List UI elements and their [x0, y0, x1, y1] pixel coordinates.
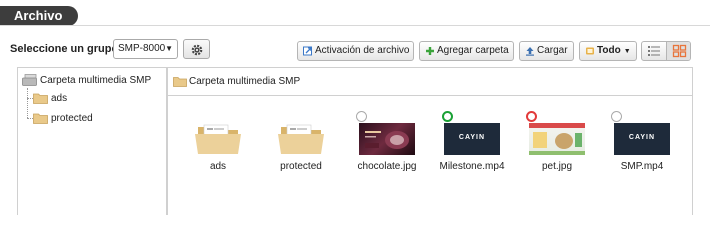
image-thumbnail: [359, 123, 415, 155]
file-name: Milestone.mp4: [439, 161, 505, 172]
title-divider: [0, 25, 710, 26]
group-select-value: SMP-8000: [118, 43, 166, 54]
folder-icon: [33, 113, 48, 124]
chevron-down-icon: ▼: [165, 44, 173, 53]
media-folder-icon: [22, 74, 37, 86]
tree-item-label: ads: [51, 93, 68, 104]
file-name: pet.jpg: [541, 161, 573, 172]
folder-tree-panel: Carpeta multimedia SMP ads protected: [17, 67, 167, 215]
file-browser-panel: Carpeta multimedia SMP ads protected cho…: [167, 67, 693, 215]
status-indicator-warning: [526, 111, 537, 122]
grid-view-button[interactable]: [667, 42, 690, 60]
add-folder-button[interactable]: Agregar carpeta: [419, 41, 514, 61]
file-activation-label: Activación de archivo: [315, 45, 410, 56]
grid-view-icon: [672, 44, 687, 58]
video-logo: CAYIN: [458, 134, 486, 141]
list-view-icon: [648, 46, 660, 56]
file-name: protected: [280, 161, 322, 172]
group-label: Seleccione un grupo:: [10, 43, 122, 55]
chevron-down-icon: ▼: [623, 48, 631, 55]
list-view-button[interactable]: [642, 42, 667, 60]
activation-icon: [303, 46, 312, 56]
image-thumbnail: [529, 123, 585, 155]
file-activation-button[interactable]: Activación de archivo: [297, 41, 414, 61]
chocolate-image-icon: [365, 131, 409, 149]
folder-icon: [33, 93, 48, 104]
video-thumbnail: CAYIN: [614, 123, 670, 155]
status-indicator: [611, 111, 622, 122]
gear-icon: [191, 44, 203, 56]
folder-icon: [173, 77, 187, 87]
filter-label: Todo: [597, 45, 621, 56]
video-thumbnail: CAYIN: [444, 123, 500, 155]
status-indicator-active: [442, 111, 453, 122]
tree-connector: [27, 88, 28, 118]
file-name: ads: [209, 161, 227, 172]
breadcrumb: Carpeta multimedia SMP: [168, 68, 692, 96]
breadcrumb-label: Carpeta multimedia SMP: [189, 76, 301, 87]
add-folder-label: Agregar carpeta: [437, 45, 509, 56]
group-settings-button[interactable]: [183, 39, 210, 59]
file-name: SMP.mp4: [620, 161, 664, 172]
status-indicator: [356, 111, 367, 122]
file-name: chocolate.jpg: [357, 161, 417, 172]
upload-label: Cargar: [537, 45, 568, 56]
filter-dropdown[interactable]: Todo ▼: [579, 41, 637, 61]
filter-files-icon: [586, 47, 594, 55]
view-toggle: [641, 41, 691, 61]
video-logo: CAYIN: [628, 134, 656, 141]
tree-item-label: protected: [51, 113, 93, 124]
page-title: Archivo: [0, 6, 78, 26]
folder-icon: [278, 124, 324, 154]
pet-image-icon: [529, 123, 585, 155]
upload-icon: [526, 47, 534, 56]
upload-button[interactable]: Cargar: [519, 41, 574, 61]
tree-root-label: Carpeta multimedia SMP: [40, 75, 152, 86]
group-select[interactable]: SMP-8000 ▼: [113, 39, 178, 59]
folder-icon: [195, 124, 241, 154]
plus-icon: [426, 47, 434, 55]
